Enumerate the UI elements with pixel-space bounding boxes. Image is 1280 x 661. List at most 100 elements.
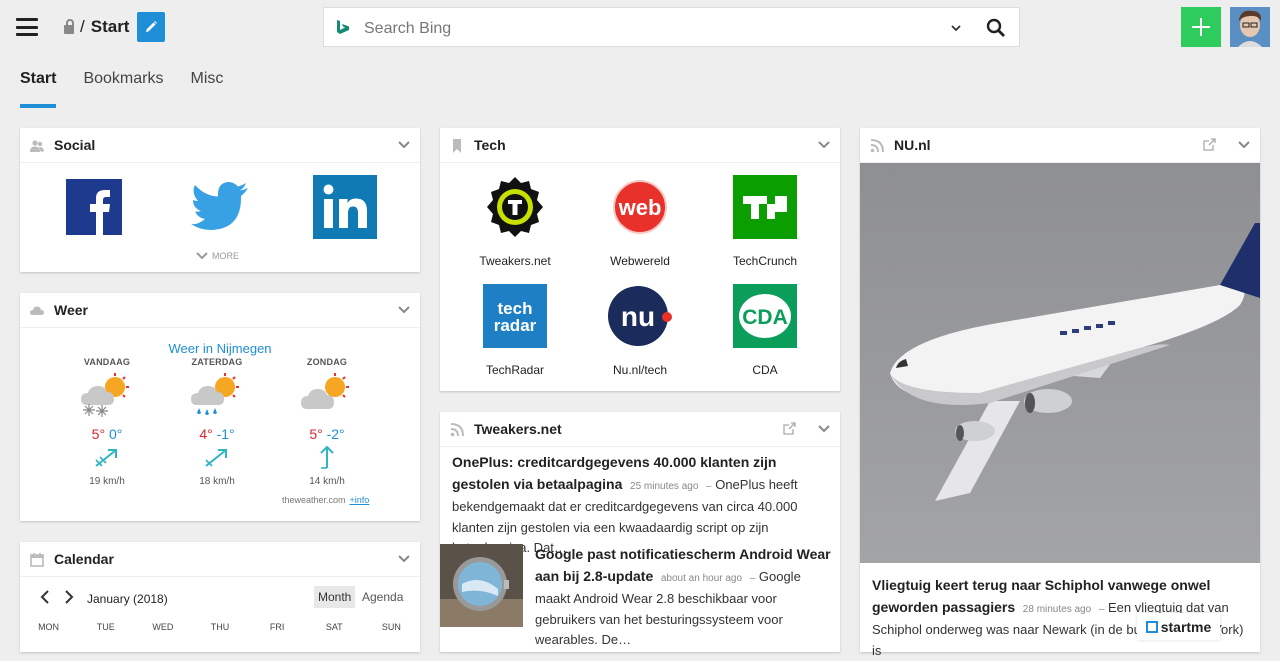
weekday-label: SUN xyxy=(381,622,401,632)
calendar-weekdays: MON TUE WED THU FRI SAT SUN xyxy=(20,622,420,632)
tile-techcrunch[interactable]: TechCrunch xyxy=(710,175,820,268)
more-link[interactable]: MORE xyxy=(196,251,239,261)
weather-day: ZATERDAG 4° -1° 18 km/h xyxy=(172,357,262,487)
news-thumbnail[interactable] xyxy=(440,544,523,627)
tab-bookmarks[interactable]: Bookmarks xyxy=(83,70,163,108)
tile-nu-tech[interactable]: nu Nu.nl/tech xyxy=(585,284,695,377)
tile-tweakers[interactable]: Tweakers.net xyxy=(460,175,570,268)
weather-widget: Weer Weer in Nijmegen VANDAAG 5° 0° 19 k… xyxy=(20,293,420,521)
weather-info-link[interactable]: +info xyxy=(350,495,370,505)
top-bar: / Start xyxy=(0,0,1280,56)
weekday-label: SAT xyxy=(325,622,343,632)
news-time: 28 minutes ago xyxy=(1022,603,1092,615)
startme-label: startme xyxy=(1160,618,1212,635)
temp-low: -2° xyxy=(326,426,345,442)
menu-icon[interactable] xyxy=(16,18,38,36)
calendar-widget: Calendar January (2018) Month Agenda MON… xyxy=(20,542,420,652)
news-item: OnePlus: creditcardgegevens 40.000 klant… xyxy=(452,452,832,559)
day-name: VANDAAG xyxy=(83,357,131,367)
chevron-down-icon[interactable] xyxy=(398,140,410,150)
calendar-month: January (2018) xyxy=(87,592,168,606)
wind-speed: 14 km/h xyxy=(309,476,345,487)
nu-feed-widget: NU.nl Vliegtuig keert terug naar Schipho… xyxy=(860,128,1260,658)
weather-source: theweather.com +info xyxy=(282,495,369,505)
news-image[interactable] xyxy=(860,163,1260,563)
widget-title: Calendar xyxy=(54,551,114,567)
tile-label: Webwereld xyxy=(610,254,670,268)
startme-logo-icon xyxy=(1145,620,1158,633)
edit-page-button[interactable] xyxy=(137,12,165,42)
external-link-icon[interactable] xyxy=(1203,138,1216,151)
chevron-down-icon[interactable] xyxy=(818,424,830,434)
weekday-label: TUE xyxy=(96,622,115,632)
tweakers-feed-widget: Tweakers.net OnePlus: creditcardgegevens… xyxy=(440,412,840,652)
chevron-down-icon[interactable] xyxy=(818,140,830,150)
widget-header: Weer xyxy=(20,293,420,328)
widget-title: Social xyxy=(54,137,96,153)
add-button[interactable] xyxy=(1181,7,1221,47)
calendar-icon xyxy=(30,553,44,567)
facebook-icon[interactable] xyxy=(66,179,122,235)
breadcrumb-separator: / xyxy=(80,17,85,36)
chevron-down-icon[interactable] xyxy=(398,554,410,564)
cda-logo-icon: CDA xyxy=(733,284,797,348)
weekday-label: WED xyxy=(152,622,174,632)
tile-label: TechRadar xyxy=(485,363,545,377)
cloud-icon xyxy=(30,306,44,315)
wind-speed: 18 km/h xyxy=(199,476,235,487)
social-widget: Social MORE xyxy=(20,128,420,272)
widget-title: NU.nl xyxy=(894,137,931,153)
chevron-down-icon[interactable] xyxy=(398,305,410,315)
rss-icon xyxy=(870,139,884,153)
bookmark-icon xyxy=(453,139,461,153)
chevron-down-icon[interactable] xyxy=(1238,140,1250,150)
lock-icon xyxy=(64,19,74,34)
weekday-label: THU xyxy=(210,622,230,632)
tab-misc[interactable]: Misc xyxy=(190,70,223,108)
startme-badge[interactable]: startme xyxy=(1137,613,1220,640)
chevron-right-icon[interactable] xyxy=(64,590,74,604)
widget-title: Tweakers.net xyxy=(474,421,562,437)
tile-label: TechCrunch xyxy=(732,254,798,268)
techcrunch-logo-icon xyxy=(733,175,797,239)
widget-header: Tweakers.net xyxy=(440,412,840,447)
tab-start[interactable]: Start xyxy=(20,70,57,108)
tile-techradar[interactable]: tech radar TechRadar xyxy=(460,284,570,377)
weekday-label: MON xyxy=(38,622,60,632)
tile-label: Nu.nl/tech xyxy=(612,363,668,377)
svg-text:radar: radar xyxy=(494,316,537,335)
rss-icon xyxy=(450,423,464,437)
pencil-icon xyxy=(146,21,157,32)
webwereld-logo-icon: web xyxy=(613,180,667,234)
rain-sun-cloud-icon xyxy=(191,373,239,415)
snow-sun-cloud-icon xyxy=(81,373,129,417)
tile-cda[interactable]: CDA CDA xyxy=(710,284,820,377)
linkedin-icon[interactable] xyxy=(313,175,377,239)
widget-header: Calendar xyxy=(20,542,420,577)
svg-text:nu: nu xyxy=(621,301,655,332)
external-link-icon[interactable] xyxy=(783,422,796,435)
plus-icon xyxy=(1192,18,1210,36)
twitter-icon[interactable] xyxy=(188,174,252,238)
news-time: 25 minutes ago xyxy=(630,480,699,492)
temp-low: 0° xyxy=(108,426,123,442)
news-item: Google past notificatiescherm Android We… xyxy=(535,544,835,651)
widget-header: Tech xyxy=(440,128,840,163)
search-icon[interactable] xyxy=(986,18,1006,38)
temp-high: 5° xyxy=(309,426,323,442)
chevron-down-icon[interactable] xyxy=(948,20,964,36)
weather-location-link[interactable]: Weer in Nijmegen xyxy=(20,341,420,356)
weather-source-name: theweather.com xyxy=(282,495,346,505)
wind-direction-icon xyxy=(95,449,117,467)
search-input[interactable] xyxy=(362,16,926,42)
avatar[interactable] xyxy=(1230,7,1270,47)
search-bar xyxy=(323,7,1020,47)
weather-day: VANDAAG 5° 0° 19 km/h xyxy=(62,357,152,487)
temp-high: 4° xyxy=(199,426,213,442)
sun-cloud-icon xyxy=(301,373,349,409)
tile-webwereld[interactable]: web Webwereld xyxy=(585,175,695,268)
agenda-view-button[interactable]: Agenda xyxy=(358,586,407,608)
more-label: MORE xyxy=(212,251,239,261)
month-view-button[interactable]: Month xyxy=(314,586,356,608)
chevron-left-icon[interactable] xyxy=(40,590,50,604)
